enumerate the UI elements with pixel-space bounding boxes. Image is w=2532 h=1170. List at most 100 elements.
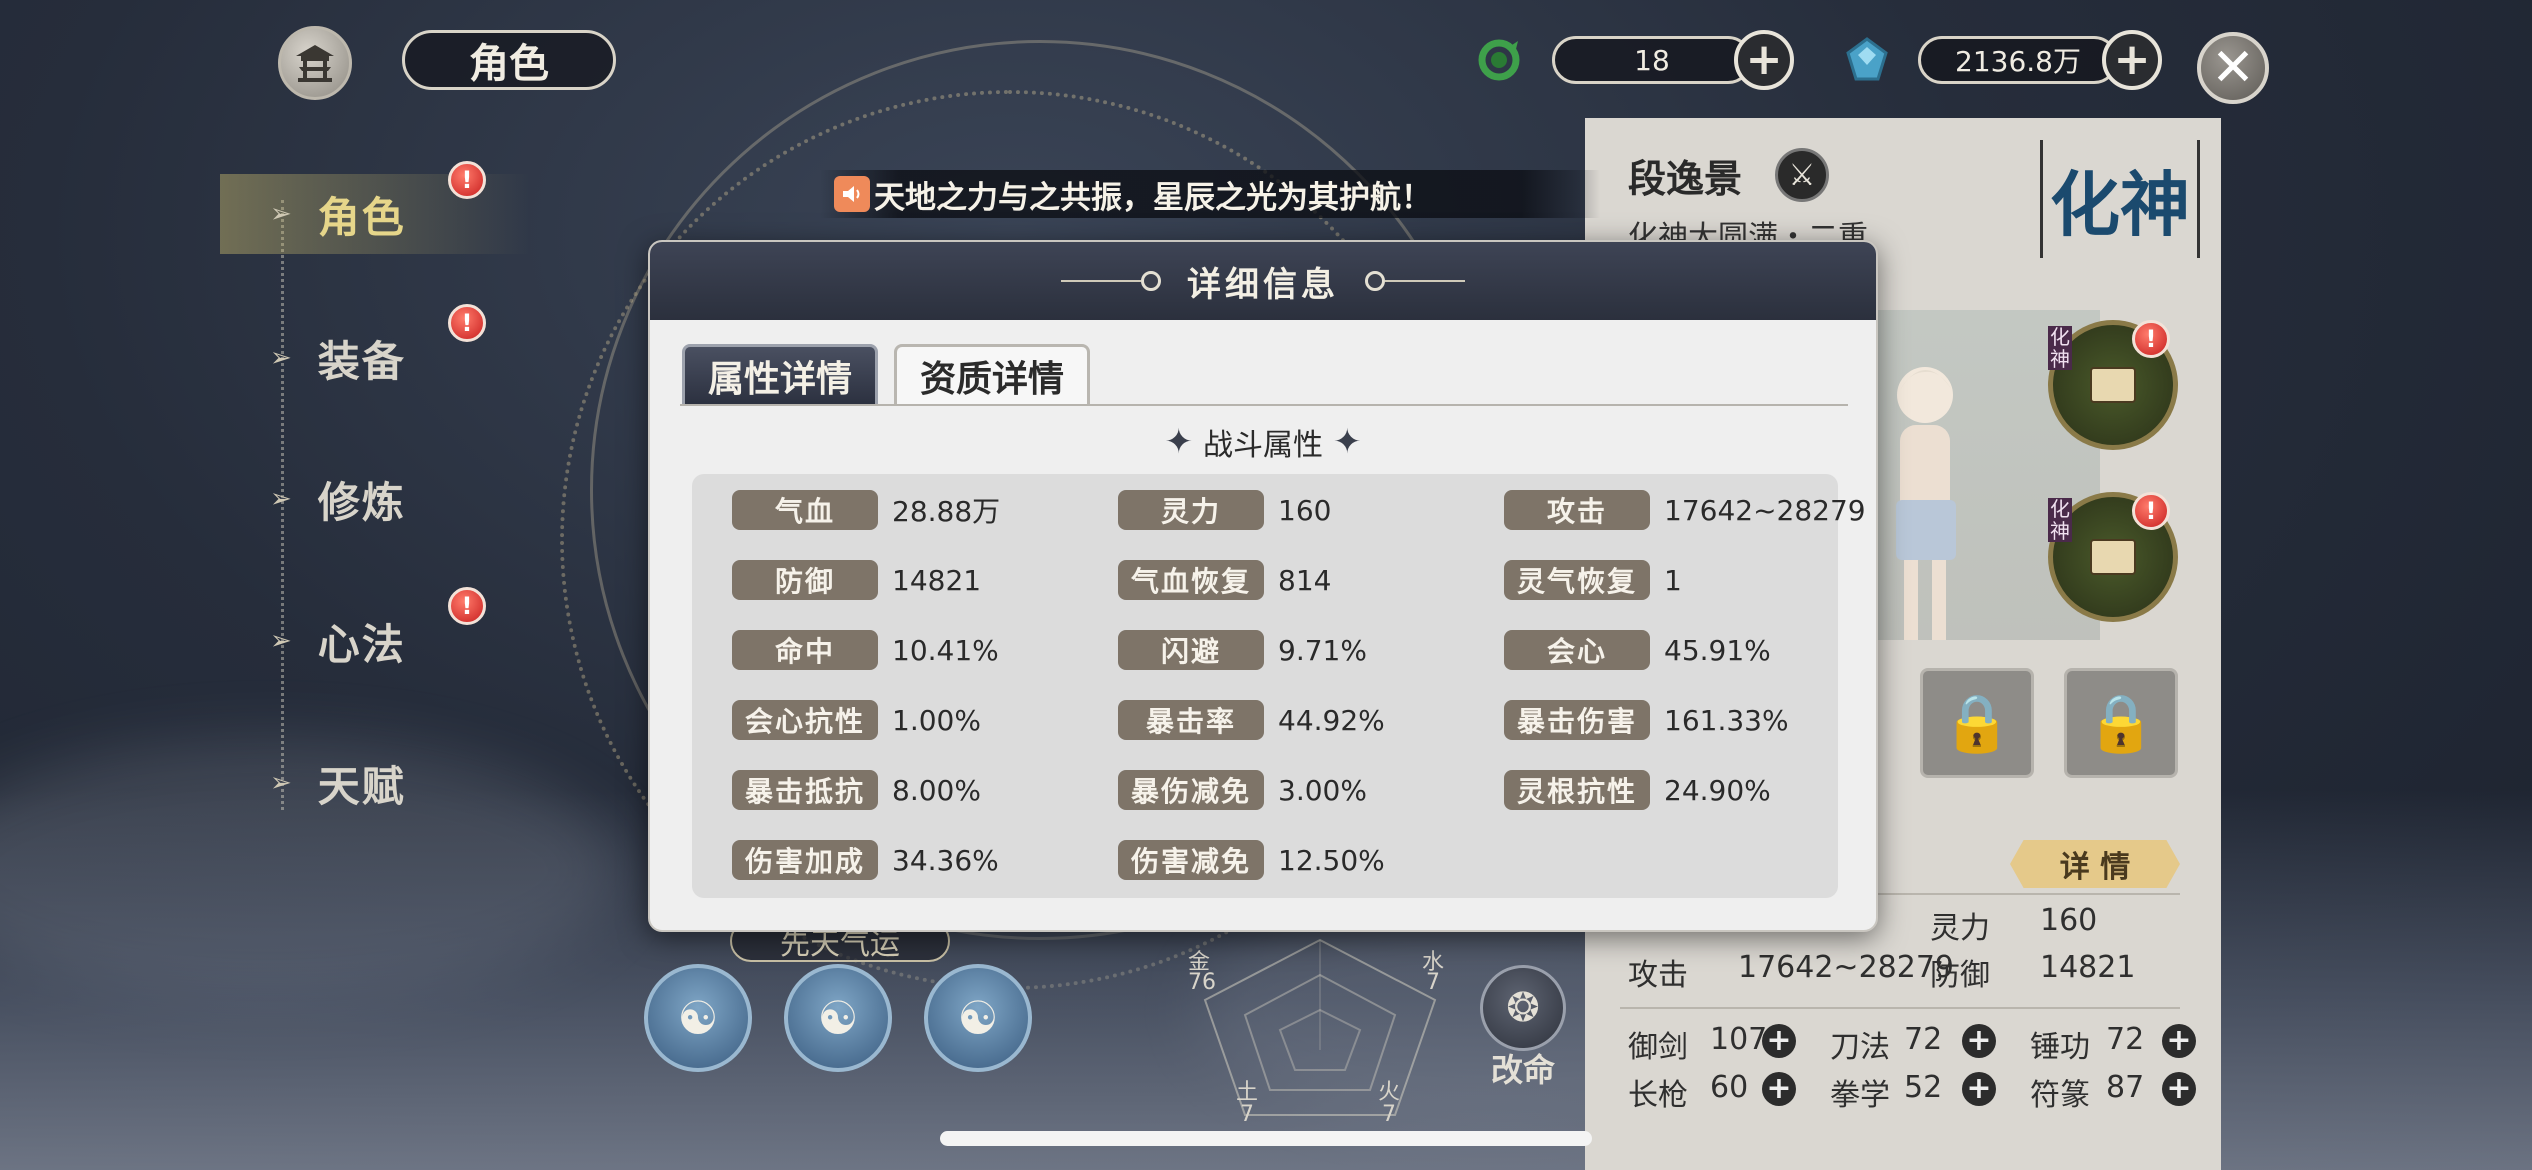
chevron-right-icon: ➢	[270, 626, 292, 656]
locked-slot[interactable]: 🔒	[2064, 668, 2178, 778]
skill-value: 60	[1710, 1070, 1749, 1105]
stat-item: 灵力 160	[1118, 490, 1331, 530]
stat-label: 暴伤减免	[1118, 770, 1264, 810]
stat-item: 气血 28.88万	[732, 490, 1000, 530]
page-title: 角色	[402, 30, 616, 90]
stat-label: 伤害加成	[732, 840, 878, 880]
add-currency1-button[interactable]: +	[1734, 30, 1794, 90]
sparkle-icon: ✦	[1164, 422, 1194, 462]
add-skill-button[interactable]: +	[1962, 1024, 1996, 1058]
stat-label: 防御	[732, 560, 878, 600]
stat-value: 10.41%	[892, 633, 999, 667]
skill-label: 符篆	[2030, 1078, 2090, 1113]
jade-ring-icon	[1478, 39, 1520, 81]
stat-value: 160	[1278, 493, 1332, 527]
detail-info-dialog: 详细信息 属性详情 资质详情 ✦ 战斗属性 ✦ 气血 28.88万 灵力 160…	[648, 240, 1878, 932]
add-skill-button[interactable]: +	[1762, 1072, 1796, 1106]
stat-value: 45.91%	[1664, 633, 1771, 667]
stat-label: 会心	[1504, 630, 1650, 670]
sidebar-item-label: 修炼	[317, 477, 406, 527]
stat-value: 1	[1664, 563, 1682, 597]
sparkle-icon: ✦	[1333, 422, 1362, 462]
stat-label: 气血	[732, 490, 878, 530]
skill-label: 长枪	[1628, 1078, 1688, 1113]
sidebar-item-cultivation[interactable]: ➢ 修炼	[270, 459, 530, 539]
chest-icon	[2090, 367, 2136, 403]
sword-icon[interactable]: ⚔	[1775, 148, 1829, 202]
stat-value: 44.92%	[1278, 703, 1385, 737]
change-fate-icon[interactable]: ❂	[1480, 965, 1566, 1051]
add-skill-button[interactable]: +	[1962, 1072, 1996, 1106]
stat-label: 灵根抗性	[1504, 770, 1650, 810]
broadcast-bar: 天地之力与之共振，星辰之光为其护航！	[820, 170, 1600, 218]
defense-label: 防御	[1930, 958, 1990, 993]
stat-item: 暴击率 44.92%	[1118, 700, 1385, 740]
radar-value-water: 7	[1426, 970, 1440, 995]
add-currency2-button[interactable]: +	[2102, 30, 2162, 90]
skill-value: 72	[2106, 1022, 2145, 1057]
attack-label: 攻击	[1628, 958, 1688, 993]
add-skill-button[interactable]: +	[2162, 1024, 2196, 1058]
skill-label: 锤功	[2030, 1030, 2090, 1065]
realm-seal: 化神	[2050, 162, 2190, 246]
add-skill-button[interactable]: +	[1762, 1024, 1796, 1058]
stat-label: 命中	[732, 630, 878, 670]
tab-attribute-details[interactable]: 属性详情	[682, 344, 878, 404]
title-ornament-left	[1061, 271, 1161, 291]
fate-avatar[interactable]: ☯	[644, 964, 752, 1072]
skill-label: 御剑	[1628, 1030, 1688, 1065]
stat-label: 灵气恢复	[1504, 560, 1650, 600]
spirit-stone-icon	[1846, 37, 1888, 81]
stat-value: 161.33%	[1664, 703, 1789, 737]
stat-item: 伤害加成 34.36%	[732, 840, 999, 880]
close-button[interactable]: ✕	[2197, 32, 2269, 104]
stat-value: 24.90%	[1664, 773, 1771, 807]
skill-label: 拳学	[1830, 1078, 1890, 1113]
stat-label: 气血恢复	[1118, 560, 1264, 600]
stat-item: 会心 45.91%	[1504, 630, 1771, 670]
skill-value: 87	[2106, 1070, 2145, 1105]
stat-value: 8.00%	[892, 773, 981, 807]
lingli-label: 灵力	[1930, 911, 1990, 946]
stat-label: 暴击伤害	[1504, 700, 1650, 740]
detail-button[interactable]: 详 情	[2010, 840, 2180, 888]
chevron-right-icon: ➢	[270, 343, 292, 373]
fate-avatar[interactable]: ☯	[924, 964, 1032, 1072]
lock-icon: 🔒	[1942, 691, 2012, 756]
sidebar-item-mental-method[interactable]: ➢ 心法	[270, 601, 530, 681]
radar-value-earth: 7	[1240, 1102, 1254, 1127]
stat-item: 暴击抵抗 8.00%	[732, 770, 981, 810]
pavilion-icon[interactable]	[278, 26, 352, 100]
change-fate-label[interactable]: 改命	[1480, 1045, 1566, 1091]
sidebar-item-talent[interactable]: ➢ 天赋	[270, 743, 530, 823]
currency1-display: 18	[1552, 36, 1752, 84]
stat-item: 命中 10.41%	[732, 630, 999, 670]
tab-aptitude-details[interactable]: 资质详情	[894, 344, 1090, 404]
sidebar-item-label: 装备	[317, 336, 406, 386]
sidebar-item-label: 心法	[317, 619, 406, 669]
stat-item: 防御 14821	[732, 560, 981, 600]
stat-label: 会心抗性	[732, 700, 878, 740]
skill-value: 52	[1904, 1070, 1943, 1105]
home-indicator[interactable]	[940, 1131, 1592, 1146]
radar-value-metal: 76	[1188, 970, 1216, 995]
add-skill-button[interactable]: +	[2162, 1072, 2196, 1106]
stat-value: 12.50%	[1278, 843, 1385, 877]
locked-slot[interactable]: 🔒	[1920, 668, 2034, 778]
stat-value: 3.00%	[1278, 773, 1367, 807]
sidebar-item-equipment[interactable]: ➢ 装备	[270, 318, 530, 398]
skill-label: 刀法	[1830, 1030, 1890, 1065]
stat-value: 814	[1278, 563, 1332, 597]
stat-value: 14821	[892, 563, 982, 597]
stat-value: 1.00%	[892, 703, 981, 737]
stat-value: 34.36%	[892, 843, 999, 877]
stat-label: 伤害减免	[1118, 840, 1264, 880]
dialog-header: 详细信息	[650, 242, 1876, 320]
currency2-display: 2136.8万	[1918, 36, 2118, 84]
combat-stats-grid: 气血 28.88万 灵力 160 攻击 17642~28279 防御 14821…	[692, 474, 1866, 898]
alert-badge: !	[2132, 320, 2170, 358]
close-icon: ✕	[2211, 38, 2255, 98]
fate-avatar[interactable]: ☯	[784, 964, 892, 1072]
divider	[1620, 1007, 2180, 1009]
stat-label: 暴击抵抗	[732, 770, 878, 810]
